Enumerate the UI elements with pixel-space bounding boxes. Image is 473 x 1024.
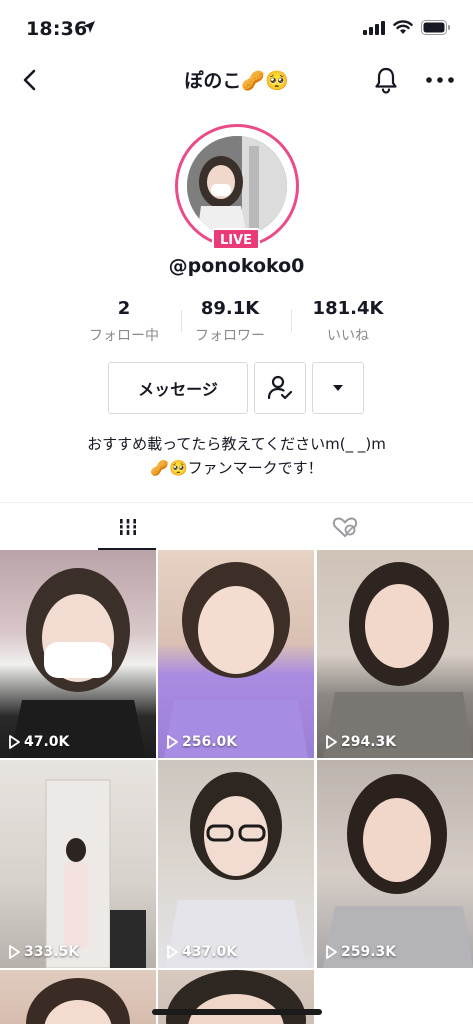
follow-status-button[interactable] [254, 362, 306, 414]
video-thumbnail[interactable]: 256.0K [158, 550, 314, 758]
stat-value: 2 [117, 298, 131, 319]
view-count: 259.3K [325, 944, 396, 960]
location-arrow-icon [83, 21, 95, 33]
bell-icon[interactable] [373, 66, 399, 94]
video-thumbnail-figure [10, 568, 146, 758]
stat-followers[interactable]: 89.1K フォロワー [175, 298, 285, 345]
profile-stats: 2 フォロー中 89.1K フォロワー 181.4K いいね [0, 298, 473, 344]
page-title: ぽのこ🥜🥺 [184, 70, 289, 92]
view-count-value: 333.5K [24, 944, 80, 960]
more-horizontal-icon[interactable] [425, 68, 455, 92]
play-icon [326, 945, 337, 959]
video-thumbnail-figure [166, 772, 306, 968]
status-indicators [363, 20, 451, 35]
video-thumbnail[interactable] [158, 970, 314, 1024]
view-count-value: 47.0K [24, 734, 70, 750]
stat-likes[interactable]: 181.4K いいね [293, 298, 403, 345]
play-icon [167, 735, 178, 749]
view-count-value: 259.3K [341, 944, 397, 960]
tab-videos[interactable] [10, 503, 246, 551]
video-thumbnail-figure [164, 562, 308, 758]
bio-line: おすすめ載ってたら教えてくださいm(_ _)m [87, 435, 386, 453]
video-thumbnail[interactable]: 47.0K [0, 550, 156, 758]
video-thumbnail-figure [45, 779, 146, 968]
tab-liked[interactable] [227, 503, 463, 551]
profile-bio: おすすめ載ってたら教えてくださいm(_ _)m 🥜🥺ファンマークです！ [0, 432, 473, 480]
video-thumbnail-figure [166, 970, 306, 1024]
cellular-signal-icon [363, 20, 385, 35]
view-count: 333.5K [8, 944, 79, 960]
view-count: 256.0K [166, 734, 237, 750]
message-button-label: メッセージ [138, 380, 218, 399]
stat-value: 89.1K [200, 298, 260, 319]
home-indicator[interactable] [152, 1009, 322, 1015]
play-icon [326, 735, 337, 749]
stat-label: フォロワー [195, 328, 265, 344]
profile-actions: メッセージ [0, 362, 473, 414]
view-count-value: 294.3K [341, 734, 397, 750]
username: @ponokoko0 [168, 255, 305, 277]
view-count: 294.3K [325, 734, 396, 750]
message-button[interactable]: メッセージ [108, 362, 248, 414]
video-thumbnail[interactable] [0, 970, 156, 1024]
avatar [187, 136, 287, 236]
play-icon [167, 945, 178, 959]
suggested-accounts-dropdown[interactable] [312, 362, 364, 414]
view-count: 437.0K [166, 944, 237, 960]
avatar-photo [187, 136, 287, 236]
view-count-value: 437.0K [182, 944, 238, 960]
heart-hidden-icon [332, 517, 358, 537]
bio-line: 🥜🥺ファンマークです！ [150, 459, 323, 477]
play-icon [9, 945, 20, 959]
battery-icon [421, 20, 450, 35]
status-bar: 18:36 [0, 0, 473, 54]
caret-down-icon [333, 385, 343, 391]
profile-header: ぽのこ🥜🥺 [0, 58, 473, 102]
video-thumbnail[interactable]: 437.0K [158, 760, 314, 968]
status-time: 18:36 [26, 18, 88, 40]
stat-divider [291, 310, 292, 332]
stat-value: 181.4K [312, 298, 384, 319]
stat-following[interactable]: 2 フォロー中 [69, 298, 179, 345]
video-thumbnail[interactable]: 259.3K [317, 760, 473, 968]
video-thumbnail-figure [26, 978, 130, 1024]
live-badge[interactable]: LIVE [212, 228, 260, 250]
video-grid: 47.0K 256.0K 294.3K 333.5K 437.0K 259.3K [0, 550, 473, 1024]
view-count-value: 256.0K [182, 734, 238, 750]
view-count: 47.0K [8, 734, 69, 750]
video-thumbnail-figure [323, 774, 473, 968]
wifi-icon [393, 20, 413, 34]
person-check-icon [267, 375, 293, 400]
content-tabs [0, 502, 473, 550]
grid-icon [118, 519, 138, 535]
video-thumbnail[interactable]: 333.5K [0, 760, 156, 968]
play-icon [9, 735, 20, 749]
video-thumbnail-figure [323, 562, 473, 758]
stat-label: フォロー中 [89, 328, 159, 344]
video-thumbnail[interactable]: 294.3K [317, 550, 473, 758]
stat-label: いいね [327, 328, 369, 344]
